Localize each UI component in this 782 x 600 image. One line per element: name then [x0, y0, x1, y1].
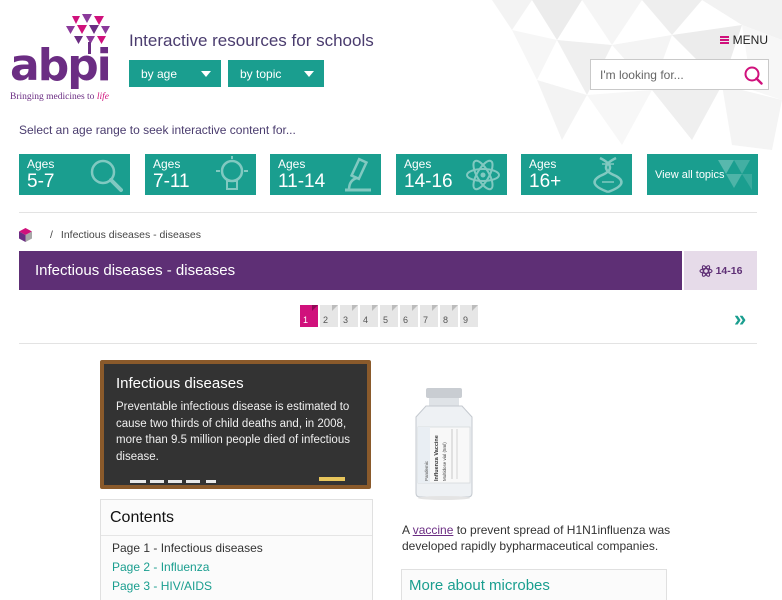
- age-range-tiles: Ages 5-7 Ages 7-11 Ages 11-14 Ages 14-16: [19, 154, 758, 196]
- contents-heading: Contents: [101, 500, 372, 536]
- page-link-6[interactable]: 6: [400, 305, 418, 327]
- site-header: abpi Bringing medicines to life Interact…: [0, 0, 782, 118]
- page-link-3[interactable]: 3: [340, 305, 358, 327]
- view-all-topics-tile[interactable]: View all topics: [647, 154, 758, 195]
- by-topic-dropdown[interactable]: by topic: [228, 60, 324, 87]
- contents-panel: Contents Page 1 - Infectious diseases Pa…: [100, 499, 373, 600]
- more-about-microbes-title: More about microbes: [409, 577, 550, 594]
- search-icon[interactable]: [743, 65, 764, 86]
- contents-item-page-3[interactable]: Page 3 - HIV/AIDS: [112, 579, 212, 593]
- page-link-4[interactable]: 4: [360, 305, 378, 327]
- abpi-logo[interactable]: abpi Bringing medicines to life: [10, 14, 112, 106]
- by-age-label: by age: [141, 66, 178, 81]
- age-tile-small-label: Ages: [404, 157, 432, 171]
- page-link-8[interactable]: 8: [440, 305, 458, 327]
- pagination: 1 2 3 4 5 6 7 8 9: [300, 305, 478, 327]
- age-tile-range: 11-14: [278, 171, 326, 192]
- page-link-2[interactable]: 2: [320, 305, 338, 327]
- chalk-piece: [150, 480, 164, 483]
- age-range-prompt: Select an age range to seek interactive …: [19, 123, 296, 137]
- vaccine-caption: A vaccine to prevent spread of H1N1influ…: [402, 523, 671, 553]
- logo-tagline: Bringing medicines to life: [10, 92, 109, 102]
- breadcrumb: / Infectious diseases - diseases: [19, 228, 201, 242]
- caret-down-icon: [201, 71, 211, 77]
- vaccine-vial-image: Pandemic Influenza Vaccine Multidose via…: [415, 388, 473, 500]
- microscope-icon: [345, 157, 371, 192]
- breadcrumb-current: Infectious diseases - diseases: [60, 229, 201, 241]
- next-page-arrow[interactable]: »: [734, 306, 746, 332]
- age-tile-11-14[interactable]: Ages 11-14: [270, 154, 381, 195]
- chalk-piece: [186, 480, 200, 483]
- contents-item-page-1: Page 1 - Infectious diseases: [112, 541, 263, 555]
- vaccine-link[interactable]: vaccine: [413, 523, 454, 537]
- age-tile-7-11[interactable]: Ages 7-11: [145, 154, 256, 195]
- page-title-bar: Infectious diseases - diseases: [19, 251, 682, 290]
- atom-icon: [466, 159, 500, 191]
- vial-label-line-3: Multidose vial (5ml): [442, 442, 447, 481]
- age-tile-small-label: Ages: [529, 157, 557, 171]
- chalk-eraser: [319, 477, 345, 481]
- breadcrumb-separator: /: [50, 229, 53, 241]
- page-title: Infectious diseases - diseases: [35, 262, 236, 279]
- page-link-9[interactable]: 9: [460, 305, 478, 327]
- contents-item-page-2[interactable]: Page 2 - Influenza: [112, 560, 209, 574]
- divider: [19, 343, 757, 344]
- by-topic-label: by topic: [240, 66, 282, 81]
- age-tile-small-label: Ages: [153, 157, 181, 171]
- lightbulb-icon: [216, 156, 248, 190]
- chalk-piece: [130, 480, 146, 483]
- blackboard-text: Preventable infectious disease is estima…: [116, 401, 350, 463]
- caret-down-icon: [304, 71, 314, 77]
- search-box: [590, 59, 769, 90]
- magnifier-icon: [90, 159, 123, 192]
- search-input[interactable]: [591, 60, 736, 89]
- age-tile-16-plus[interactable]: Ages 16+: [521, 154, 632, 195]
- blackboard-panel: Infectious diseases Preventable infectio…: [100, 360, 371, 489]
- age-tile-5-7[interactable]: Ages 5-7: [19, 154, 130, 195]
- page-link-5[interactable]: 5: [380, 305, 398, 327]
- logo-wordmark: abpi: [10, 40, 112, 91]
- page-link-1[interactable]: 1: [300, 305, 318, 327]
- age-level-text: 14-16: [715, 264, 743, 277]
- age-tile-range: 16+: [529, 171, 562, 192]
- atom-icon: [699, 264, 713, 277]
- vial-label-line-2: Influenza Vaccine: [434, 435, 440, 481]
- age-tile-range: 7-11: [153, 171, 190, 192]
- blackboard-title: Infectious diseases: [116, 375, 244, 392]
- age-tile-small-label: Ages: [27, 157, 55, 171]
- menu-button[interactable]: MENU: [719, 33, 768, 47]
- chalk-piece: [168, 480, 182, 483]
- site-title: Interactive resources for schools: [129, 31, 374, 50]
- more-about-microbes-panel[interactable]: More about microbes: [401, 569, 667, 600]
- grid-shapes-icon: [718, 160, 752, 190]
- hamburger-icon: [719, 36, 729, 44]
- divider: [19, 212, 757, 213]
- home-cube-icon[interactable]: [19, 228, 32, 242]
- menu-label: MENU: [732, 33, 768, 47]
- age-level-badge: 14-16: [684, 251, 757, 290]
- age-tile-range: 5-7: [27, 171, 55, 192]
- page-link-7[interactable]: 7: [420, 305, 438, 327]
- by-age-dropdown[interactable]: by age: [129, 60, 221, 87]
- age-tile-range: 14-16: [404, 171, 453, 192]
- age-tile-14-16[interactable]: Ages 14-16: [396, 154, 507, 195]
- age-tile-small-label: Ages: [278, 157, 306, 171]
- vial-label-line-1: Pandemic: [424, 460, 429, 481]
- dna-icon: [593, 156, 623, 194]
- chalk-piece: [206, 480, 216, 483]
